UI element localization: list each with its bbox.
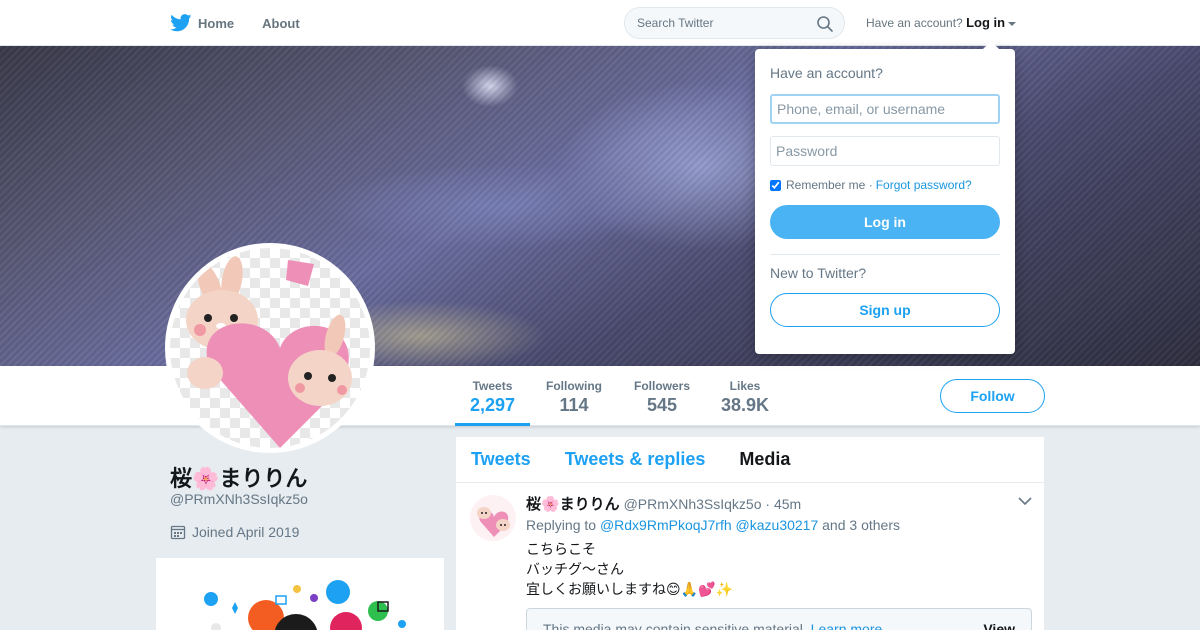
remember-me-label[interactable]: Remember me · [786,178,873,192]
stat-likes-label: Likes [729,379,761,393]
bunny-heart-avatar-image [186,256,352,448]
timeline-tabs: Tweets Tweets & replies Media [456,437,1044,483]
nav-about-label: About [262,15,300,31]
tweet-item[interactable]: 桜🌸まりりん @PRmXNh3SsIqkz5o · 45m Replying t… [456,483,1044,630]
joined-text: Joined April 2019 [192,524,300,540]
joined-date: Joined April 2019 [170,524,299,540]
stat-tweets-label: Tweets [472,379,513,393]
tab-tweets-replies[interactable]: Tweets & replies [565,449,706,470]
stat-likes-value: 38.9K [720,395,770,415]
timeline: Tweets Tweets & replies Media 桜🌸まりりん @PR… [456,437,1044,630]
replying-prefix: Replying to [526,517,597,533]
stat-tweets[interactable]: Tweets 2,297 [455,366,530,426]
remember-me-checkbox[interactable] [770,179,781,191]
stat-tweets-value: 2,297 [469,395,516,415]
profile-handle[interactable]: @PRmXNh3SsIqkz5o [170,491,308,507]
login-link[interactable]: Log in [966,15,1005,30]
tweet-line: バッチグ〜さん [526,561,624,577]
tweet-author-name[interactable]: 桜🌸まりりん [526,496,620,513]
password-field[interactable] [770,136,1000,166]
stat-following-value: 114 [559,395,589,415]
login-toggle[interactable]: Have an account? Log in [866,15,1017,30]
reply-others[interactable]: and 3 others [822,517,900,533]
nav-left: Home About [170,0,328,46]
tweet-text: こちらこそ バッチグ〜さん 宜しくお願いしますね😊🙏💕✨ [526,539,733,599]
dropdown-title: Have an account? [770,65,883,81]
tab-tweets[interactable]: Tweets [471,449,531,470]
reply-user-link-2[interactable]: @kazu30217 [736,517,819,533]
calendar-icon [170,525,186,540]
nav-about[interactable]: About [262,0,300,46]
username-field[interactable] [770,94,1000,124]
nav-home[interactable]: Home [170,0,234,46]
profile-name[interactable]: 桜🌸まりりん [170,461,307,493]
sensitive-media-notice: This media may contain sensitive materia… [526,608,1032,630]
stat-following[interactable]: Following 114 [540,366,608,426]
replying-to: Replying to @Rdx9RmPkoqJ7rfh @kazu30217 … [526,517,900,533]
tweet-time[interactable]: · 45m [765,496,801,512]
top-nav-bar: Home About Have an account? Log in [0,0,1200,46]
remember-row: Remember me · Forgot password? [770,178,1000,192]
stat-followers-label: Followers [633,379,690,393]
search-input[interactable] [637,16,807,30]
divider [770,254,1000,255]
stat-followers-value: 545 [646,395,678,415]
twitter-bird-icon [170,14,192,32]
tweet-header: 桜🌸まりりん @PRmXNh3SsIqkz5o · 45m [526,493,801,514]
follow-button[interactable]: Follow [940,379,1045,413]
tweet-line: こちらこそ [526,541,596,557]
chevron-down-icon[interactable] [1018,496,1032,506]
view-media-button[interactable]: View [983,621,1015,630]
learn-more-link[interactable]: Learn more [811,621,883,630]
tweet-author-handle[interactable]: @PRmXNh3SsIqkz5o [624,496,762,512]
nav-home-label: Home [198,15,235,31]
forgot-password-link[interactable]: Forgot password? [876,178,972,192]
stat-followers[interactable]: Followers 545 [628,366,696,426]
tweet-line: 宜しくお願いしますね😊🙏💕✨ [526,581,733,597]
sensitive-text: This media may contain sensitive materia… [543,621,807,630]
new-to-twitter-text: New to Twitter? [770,265,867,281]
stat-following-label: Following [546,379,602,393]
tab-media[interactable]: Media [739,449,790,470]
login-button[interactable]: Log in [770,205,1000,239]
media-preview-card[interactable] [156,558,444,630]
login-dropdown: Have an account? Remember me · Forgot pa… [755,41,1015,354]
tweet-avatar-image [477,507,510,537]
stat-likes[interactable]: Likes 38.9K [716,366,774,426]
signup-button[interactable]: Sign up [770,293,1000,327]
search-box[interactable] [624,7,845,39]
account-prompt: Have an account? [866,16,963,30]
caret-down-icon [1008,21,1017,26]
search-icon[interactable] [816,15,834,33]
media-preview-image [204,580,406,630]
reply-user-link-1[interactable]: @Rdx9RmPkoqJ7rfh [600,517,732,533]
avatar[interactable] [165,243,375,453]
tweet-avatar[interactable] [470,495,516,541]
